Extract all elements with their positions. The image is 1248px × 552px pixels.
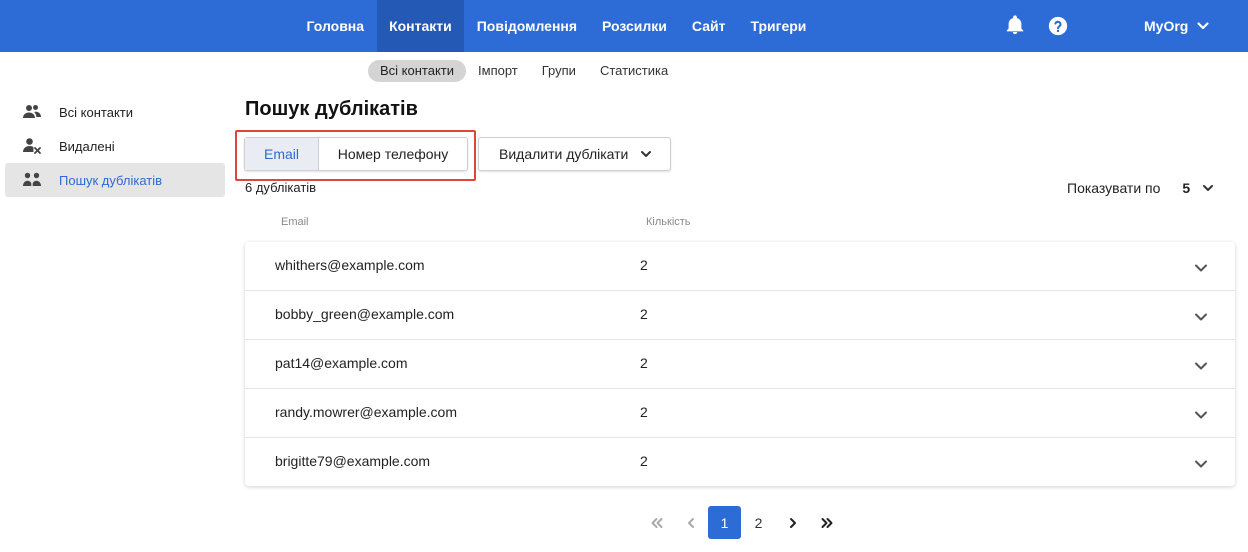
- chevron-down-icon[interactable]: [1193, 358, 1209, 374]
- row-count: 2: [640, 306, 648, 322]
- last-page-icon: [821, 517, 832, 528]
- row-count: 2: [640, 355, 648, 371]
- top-bar: Головна Контакти Повідомлення Розсилки С…: [0, 0, 1248, 52]
- prev-page-icon: [687, 517, 694, 528]
- sidebar-item-label: Всі контакти: [59, 104, 134, 120]
- column-header-email: Email: [281, 216, 309, 228]
- next-page-button[interactable]: [776, 506, 809, 539]
- first-page-icon: [651, 517, 662, 528]
- table-row[interactable]: whithers@example.com 2: [245, 242, 1235, 291]
- chevron-down-icon[interactable]: [1193, 309, 1209, 325]
- duplicate-users-icon: [23, 171, 41, 189]
- sidebar: Всі контакти Видалені Пошук дублікатів: [5, 95, 225, 197]
- page-button-2[interactable]: 2: [742, 506, 775, 539]
- sidebar-item-deleted[interactable]: Видалені: [5, 129, 225, 163]
- page-title: Пошук дублікатів: [245, 98, 418, 120]
- table-row[interactable]: pat14@example.com 2: [245, 340, 1235, 389]
- subnav-import[interactable]: Імпорт: [466, 60, 530, 82]
- org-name: MyOrg: [1144, 18, 1189, 34]
- nav-site[interactable]: Сайт: [679, 0, 738, 52]
- table-row[interactable]: randy.mowrer@example.com 2: [245, 389, 1235, 438]
- duplicates-count: 6 дублікатів: [245, 180, 317, 195]
- subnav-groups[interactable]: Групи: [530, 60, 588, 82]
- chevron-down-icon: [1197, 22, 1209, 30]
- next-page-icon: [789, 517, 796, 528]
- user-remove-icon: [23, 137, 41, 155]
- org-menu[interactable]: MyOrg: [1144, 0, 1210, 52]
- nav-messages[interactable]: Повідомлення: [464, 0, 589, 52]
- duplicates-table: whithers@example.com 2 bobby_green@examp…: [245, 242, 1235, 486]
- row-count: 2: [640, 404, 648, 420]
- sidebar-item-label: Пошук дублікатів: [59, 172, 163, 188]
- row-count: 2: [640, 453, 648, 469]
- last-page-button[interactable]: [810, 506, 843, 539]
- sub-nav: Всі контакти Імпорт Групи Статистика: [368, 60, 680, 82]
- delete-duplicates-button[interactable]: Видалити дублікати: [478, 137, 671, 171]
- chevron-down-icon[interactable]: [1193, 407, 1209, 423]
- subnav-all-contacts[interactable]: Всі контакти: [368, 60, 467, 82]
- page-size-label: Показувати по: [1067, 180, 1161, 196]
- main-nav: Головна Контакти Повідомлення Розсилки С…: [294, 0, 819, 52]
- pagination: 1 2: [640, 506, 844, 539]
- sidebar-item-label: Видалені: [59, 138, 115, 154]
- subnav-statistics[interactable]: Статистика: [588, 60, 680, 82]
- email-toggle-button[interactable]: Email: [245, 138, 319, 170]
- row-email: bobby_green@example.com: [275, 306, 455, 322]
- table-row[interactable]: bobby_green@example.com 2: [245, 291, 1235, 340]
- row-email: randy.mowrer@example.com: [275, 404, 458, 420]
- bell-icon[interactable]: [1004, 14, 1026, 36]
- nav-home[interactable]: Головна: [294, 0, 377, 52]
- row-count: 2: [640, 257, 648, 273]
- sidebar-item-duplicate-search[interactable]: Пошук дублікатів: [5, 163, 225, 197]
- table-row[interactable]: brigitte79@example.com 2: [245, 438, 1235, 487]
- duplicate-criteria-toggle: Email Номер телефону: [244, 137, 468, 171]
- column-header-count: Кількість: [646, 216, 691, 228]
- chevron-down-icon: [641, 151, 652, 157]
- delete-duplicates-label: Видалити дублікати: [499, 146, 629, 162]
- page-size-value: 5: [1182, 180, 1191, 196]
- chevron-down-icon[interactable]: [1193, 456, 1209, 472]
- users-icon: [23, 103, 41, 121]
- prev-page-button[interactable]: [674, 506, 707, 539]
- page-size-control: Показувати по 5: [1067, 180, 1214, 196]
- first-page-button[interactable]: [640, 506, 673, 539]
- page-button-1[interactable]: 1: [708, 506, 741, 539]
- row-email: pat14@example.com: [275, 355, 408, 371]
- row-email: whithers@example.com: [275, 257, 425, 273]
- row-email: brigitte79@example.com: [275, 453, 431, 469]
- nav-mailings[interactable]: Розсилки: [590, 0, 680, 52]
- page-size-select[interactable]: 5: [1160, 180, 1214, 196]
- nav-contacts[interactable]: Контакти: [376, 0, 465, 52]
- sidebar-item-all-contacts[interactable]: Всі контакти: [5, 95, 225, 129]
- phone-toggle-button[interactable]: Номер телефону: [319, 138, 467, 170]
- chevron-down-icon[interactable]: [1193, 260, 1209, 276]
- chevron-down-icon: [1203, 185, 1214, 191]
- help-icon[interactable]: [1047, 15, 1069, 37]
- nav-triggers[interactable]: Тригери: [738, 0, 819, 52]
